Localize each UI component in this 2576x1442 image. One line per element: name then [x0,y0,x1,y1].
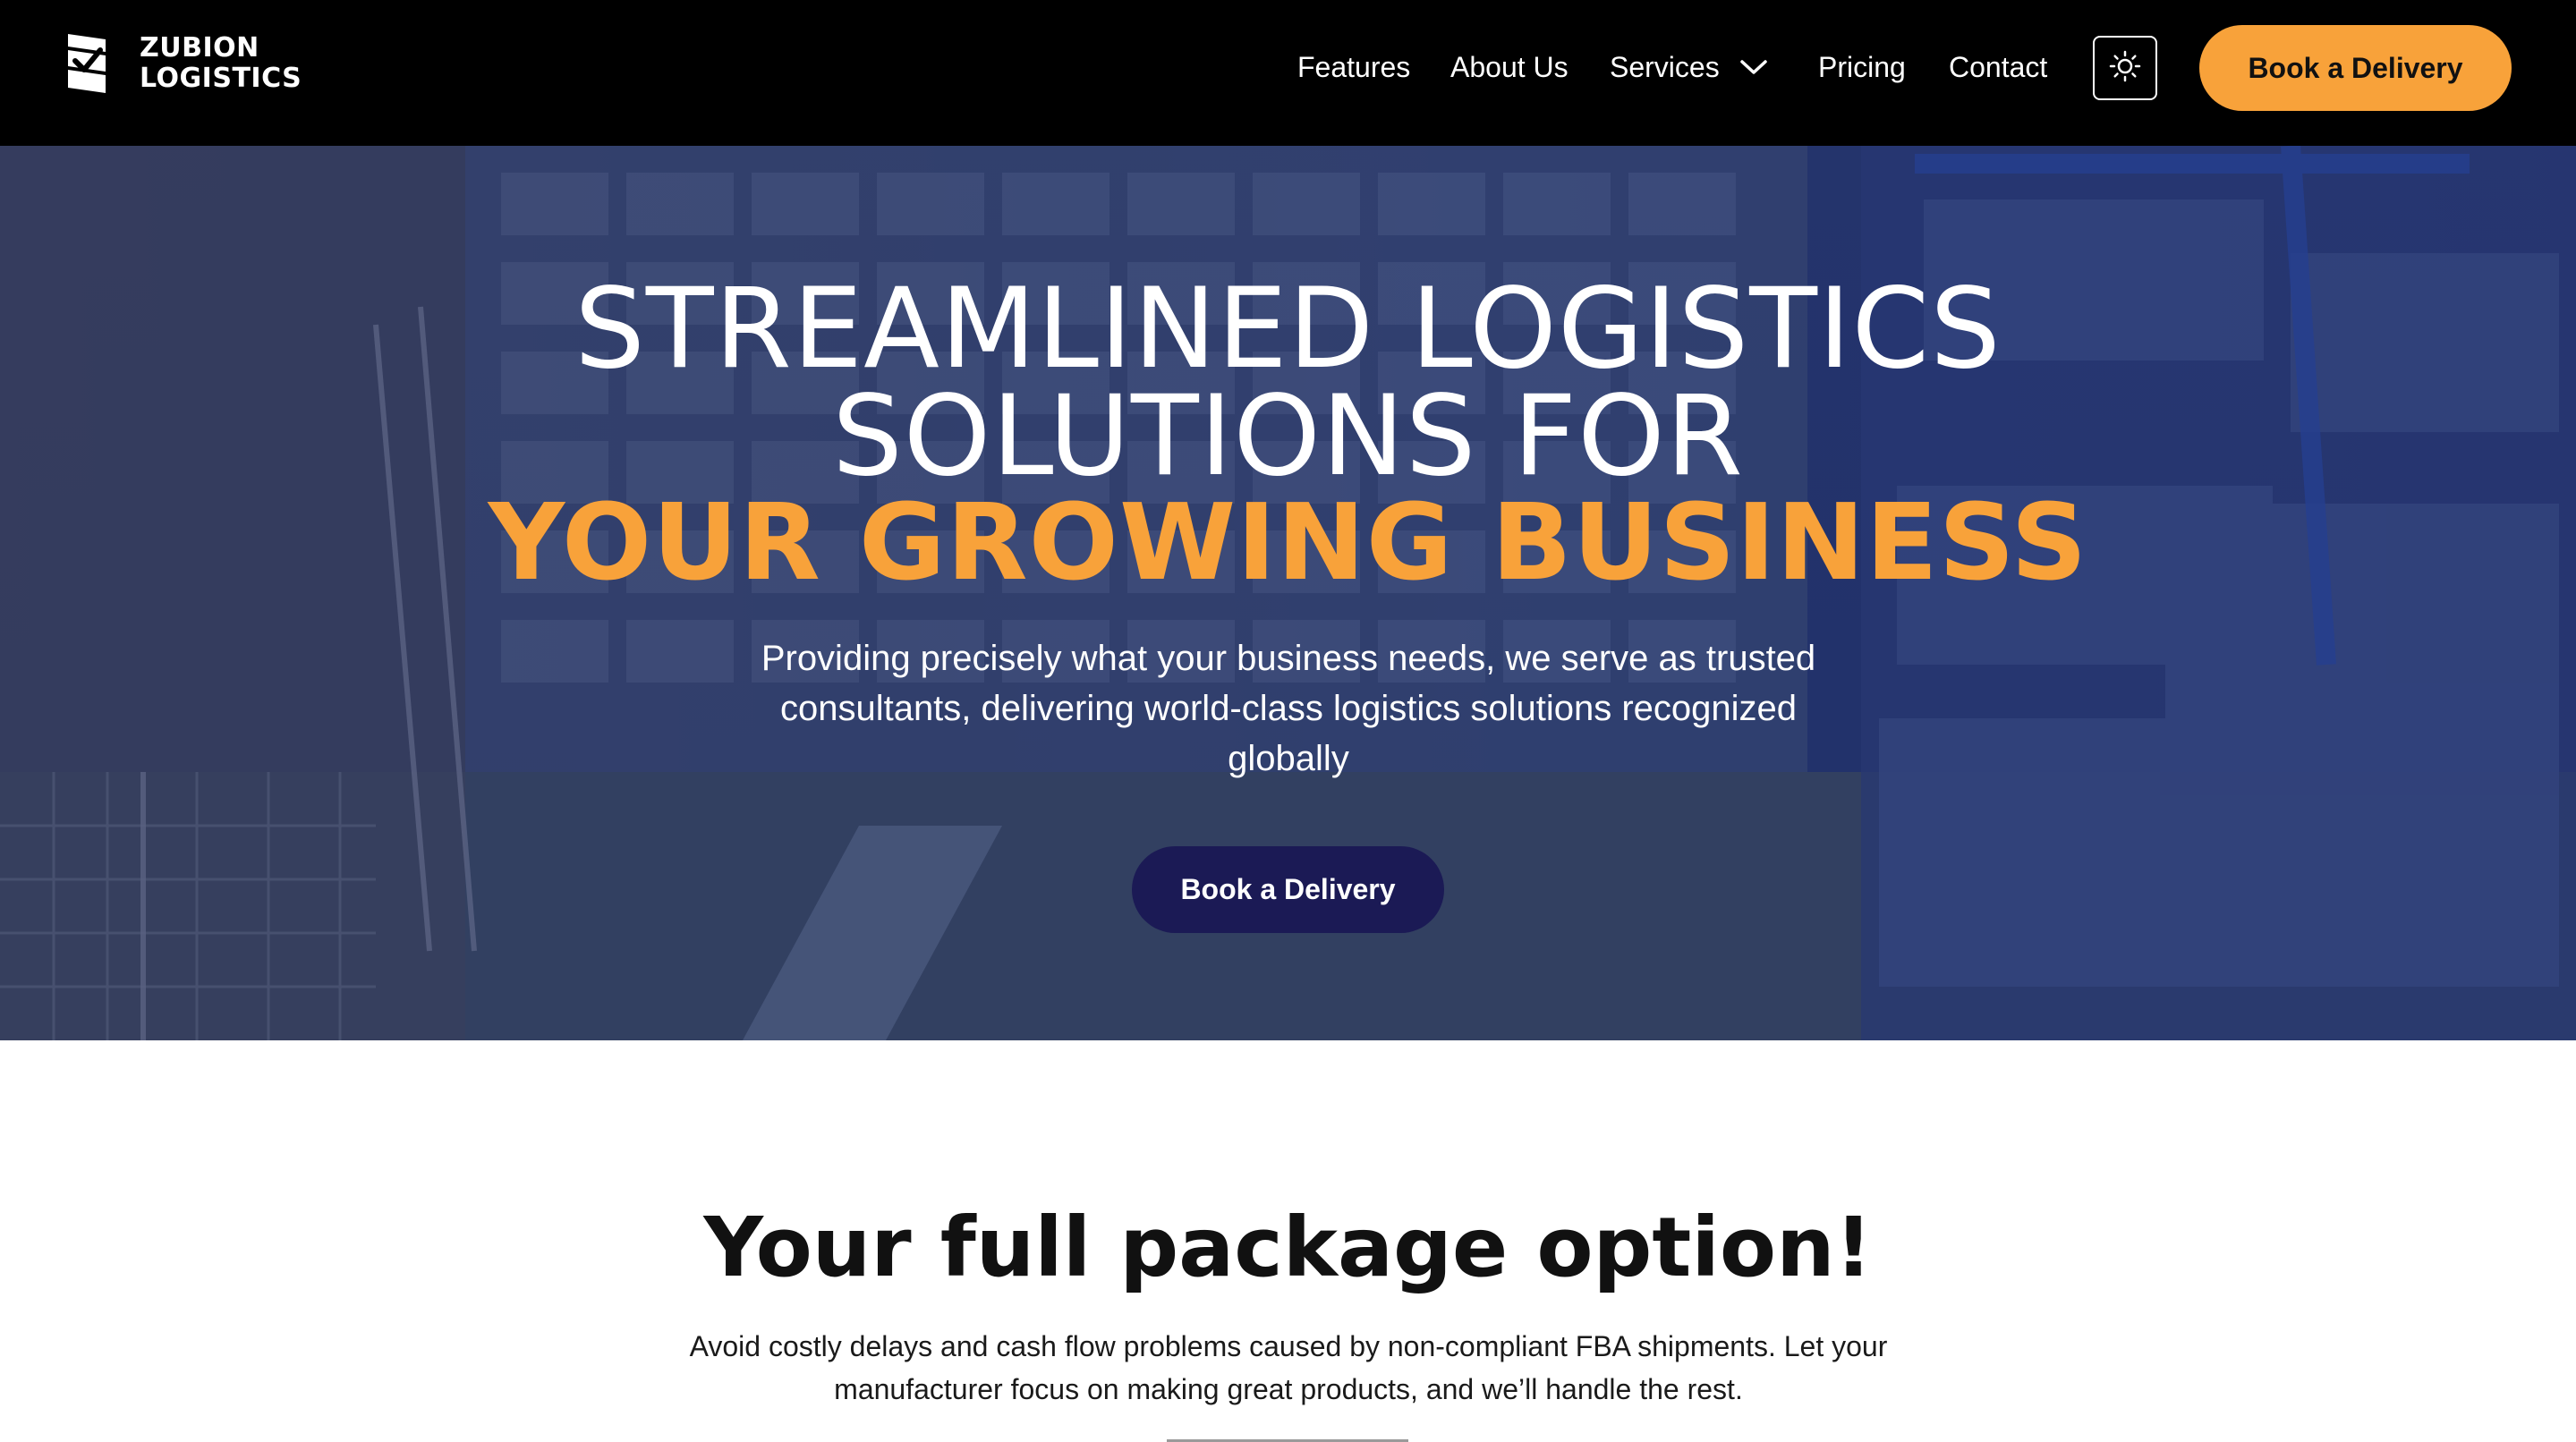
nav-link-features[interactable]: Features [1297,49,1410,85]
nav-link-about-us[interactable]: About Us [1450,49,1569,85]
hero-content: STREAMLINED LOGISTICS SOLUTIONS FOR YOUR… [0,146,2576,1040]
hero-title-line1: STREAMLINED LOGISTICS [574,265,2002,394]
nav-link-contact[interactable]: Contact [1949,49,2047,85]
package-title: Your full package option! [703,1200,1873,1295]
nav-link-pricing[interactable]: Pricing [1818,49,1906,85]
nav-link-services-label: Services [1610,51,1720,83]
nav-book-delivery-button[interactable]: Book a Delivery [2199,25,2512,111]
hero-subtitle: Providing precisely what your business n… [761,639,1816,778]
brand-name-line2: LOGISTICS [140,63,302,94]
theme-toggle-button[interactable] [2093,36,2157,100]
sun-icon [2109,50,2141,87]
nav-link-services[interactable]: Services [1610,49,1770,85]
box-check-icon [64,32,109,95]
brand-name: ZUBION LOGISTICS [140,33,302,94]
brand-name-line1: ZUBION [140,32,259,64]
hero-title-line2: SOLUTIONS FOR [832,372,1744,501]
hero-section: STREAMLINED LOGISTICS SOLUTIONS FOR YOUR… [0,146,2576,1040]
top-navbar: ZUBION LOGISTICS Features About Us Servi… [0,0,2576,146]
hero-title-highlight: YOUR GROWING BUSINESS [488,480,2088,604]
package-description: Avoid costly delays and cash flow proble… [689,1330,1888,1405]
chevron-down-icon[interactable] [1738,49,1770,85]
hero-book-delivery-button[interactable]: Book a Delivery [1132,846,1444,933]
brand-logo[interactable]: ZUBION LOGISTICS [64,32,302,95]
